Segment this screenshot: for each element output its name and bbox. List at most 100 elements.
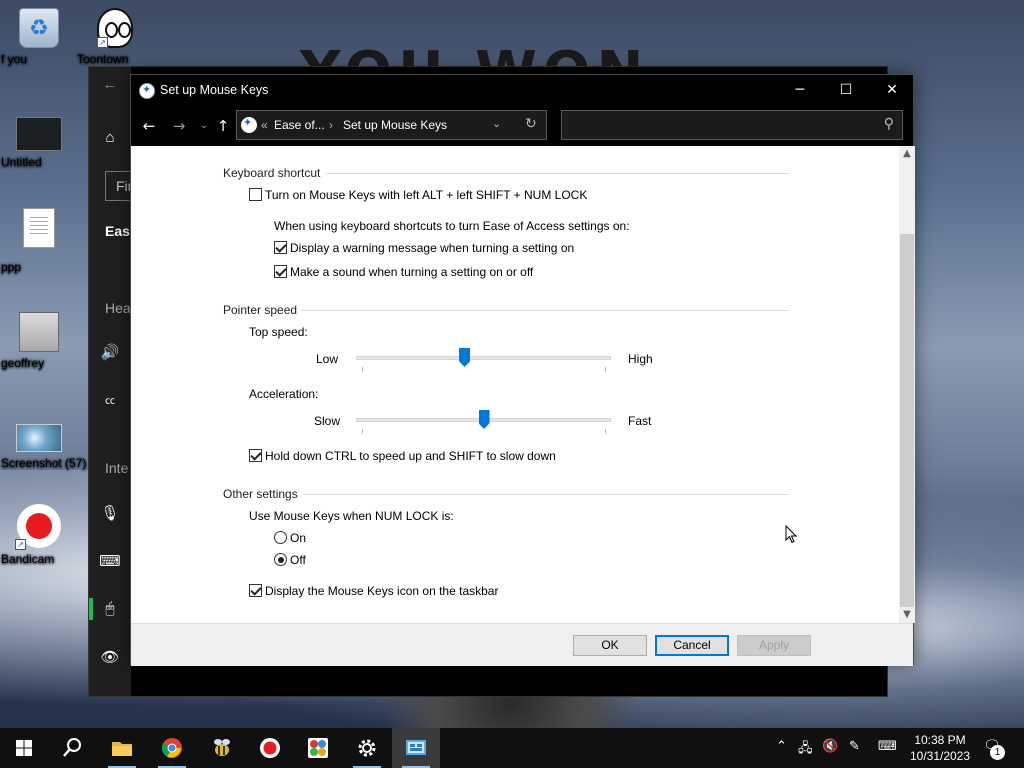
taskbar-icon-label[interactable]: Display the Mouse Keys icon on the taskb… (265, 584, 498, 598)
acceleration-label: Acceleration: (249, 387, 319, 401)
image-thumbnail-icon (19, 312, 59, 352)
acceleration-slider-thumb[interactable] (478, 410, 490, 429)
top-speed-low-label: Low (316, 352, 339, 366)
chevron-up-icon[interactable]: ⌃ (776, 739, 787, 754)
window-title: Set up Mouse Keys (160, 83, 269, 97)
forward-button[interactable]: → (168, 115, 190, 137)
desktop-icon-bandicam[interactable]: ↗ Bandicam (1, 504, 77, 566)
microphone-icon[interactable]: 🎙 (99, 503, 121, 525)
clock-time: 10:38 PM (914, 733, 966, 747)
control-panel-icon (406, 740, 426, 755)
network-icon[interactable]: 🖧 (798, 739, 813, 761)
taskbar-bandicam[interactable] (246, 728, 294, 768)
chevron-down-icon[interactable]: ⌄ (492, 117, 501, 130)
start-button[interactable] (0, 728, 48, 768)
desktop-icon-toontown[interactable]: ↗ Toontown (77, 8, 153, 66)
ctrl-shift-checkbox[interactable] (249, 449, 262, 462)
ok-button[interactable]: OK (573, 635, 647, 656)
back-button[interactable]: ← (138, 115, 160, 137)
scrollbar-thumb[interactable] (900, 234, 914, 607)
address-bar[interactable]: « Ease of... › Set up Mouse Keys ⌄ ↻ (236, 110, 547, 140)
cancel-button[interactable]: Cancel (655, 635, 729, 656)
clock-date: 10/31/2023 (909, 749, 971, 763)
numlock-on-radio[interactable] (274, 531, 287, 544)
slider-tick (362, 429, 363, 434)
top-speed-label: Top speed: (249, 325, 308, 339)
keyboard-icon[interactable]: ⌨ (99, 551, 121, 573)
search-icon (63, 738, 81, 757)
turn-on-mouse-keys-checkbox[interactable] (249, 188, 262, 201)
up-button[interactable]: ↑ (212, 115, 234, 137)
sound-label[interactable]: Make a sound when turning a setting on o… (290, 265, 533, 279)
bee-icon (214, 739, 230, 756)
desktop-icon-ppp[interactable]: ppp (1, 208, 77, 274)
touch-keyboard-icon[interactable]: ⌨ (878, 739, 897, 754)
desktop-icon-untitled[interactable]: Untitled (1, 113, 77, 169)
eye-control-icon[interactable]: 👁 (99, 647, 121, 669)
slider-tick (605, 429, 606, 434)
title-bar[interactable]: Set up Mouse Keys ─ ☐ ✕ (131, 75, 913, 106)
mouse-keys-dialog: Set up Mouse Keys ─ ☐ ✕ ← → ⌄ ↑ « Ease o… (130, 74, 915, 666)
ease-of-access-icon (139, 83, 155, 99)
turn-on-mouse-keys-label[interactable]: Turn on Mouse Keys with left ALT + left … (265, 188, 587, 202)
vertical-scrollbar[interactable]: ▲ ▼ (899, 146, 915, 623)
closed-captions-icon[interactable]: ㏄ (99, 391, 121, 413)
home-icon[interactable]: ⌂ (99, 127, 121, 149)
taskbar-app-grid[interactable] (294, 728, 342, 768)
desktop-icon-screenshot[interactable]: Screenshot (57) (1, 414, 86, 470)
warning-message-label[interactable]: Display a warning message when turning a… (290, 241, 574, 255)
top-speed-slider-track[interactable] (356, 356, 611, 360)
ctrl-shift-label[interactable]: Hold down CTRL to speed up and SHIFT to … (265, 449, 556, 463)
desktop-icon-recycle-bin[interactable]: f you (1, 8, 77, 66)
breadcrumb-current[interactable]: Set up Mouse Keys (343, 118, 447, 132)
search-input[interactable]: ⚲ (561, 110, 903, 140)
gear-icon (358, 739, 376, 757)
numlock-on-label[interactable]: On (290, 531, 306, 545)
record-icon (260, 738, 280, 758)
divider (303, 494, 789, 495)
top-speed-high-label: High (628, 352, 653, 366)
taskbar-chrome[interactable] (148, 728, 196, 768)
breadcrumb-overflow[interactable]: « (261, 118, 268, 132)
shortcut-note: When using keyboard shortcuts to turn Ea… (274, 219, 630, 233)
app-grid-icon (308, 738, 328, 758)
close-button[interactable]: ✕ (869, 75, 915, 106)
dialog-footer: OK Cancel Apply (131, 623, 913, 666)
minimize-button[interactable]: ─ (777, 75, 823, 106)
folder-icon (112, 742, 132, 756)
notification-badge: 1 (990, 745, 1005, 760)
image-thumbnail-icon (16, 117, 62, 151)
refresh-icon[interactable]: ↻ (525, 116, 537, 132)
taskbar-control-panel[interactable] (392, 728, 440, 768)
recycle-bin-icon (19, 8, 59, 48)
acceleration-fast-label: Fast (628, 414, 652, 428)
scroll-up-icon[interactable]: ▲ (899, 146, 915, 162)
numlock-off-label[interactable]: Off (290, 553, 306, 567)
pen-icon[interactable]: ✎ (849, 739, 860, 754)
mouse-cursor-icon (785, 525, 797, 544)
breadcrumb-ease-of-access[interactable]: Ease of... (274, 118, 325, 132)
taskbar-app-bee[interactable] (198, 728, 246, 768)
apply-button[interactable]: Apply (737, 635, 811, 656)
audio-icon[interactable]: 🔊 (99, 342, 121, 364)
top-speed-slider-thumb[interactable] (459, 348, 471, 367)
back-arrow-icon[interactable]: ← (99, 74, 121, 96)
desktop-icon-geoffrey[interactable]: geoffrey (1, 312, 77, 370)
taskbar-settings[interactable] (343, 728, 391, 768)
sound-checkbox[interactable] (274, 265, 287, 278)
numlock-off-radio[interactable] (274, 553, 287, 566)
scroll-down-icon[interactable]: ▼ (899, 607, 915, 623)
acceleration-slow-label: Slow (314, 414, 341, 428)
taskbar-file-explorer[interactable] (98, 728, 146, 768)
system-clock[interactable]: 10:38 PM 10/31/2023 (905, 732, 975, 764)
toontown-icon: ↗ (97, 8, 133, 48)
text-document-icon (23, 208, 55, 248)
mouse-icon[interactable]: 🖱 (99, 598, 121, 620)
taskbar-icon-checkbox[interactable] (249, 584, 262, 597)
numlock-label: Use Mouse Keys when NUM LOCK is: (249, 509, 454, 523)
maximize-button[interactable]: ☐ (823, 75, 869, 106)
warning-message-checkbox[interactable] (274, 241, 287, 254)
volume-muted-icon[interactable]: 🔇 (822, 739, 838, 754)
search-button[interactable] (48, 728, 96, 768)
navigation-bar: ← → ⌄ ↑ « Ease of... › Set up Mouse Keys… (131, 106, 913, 146)
